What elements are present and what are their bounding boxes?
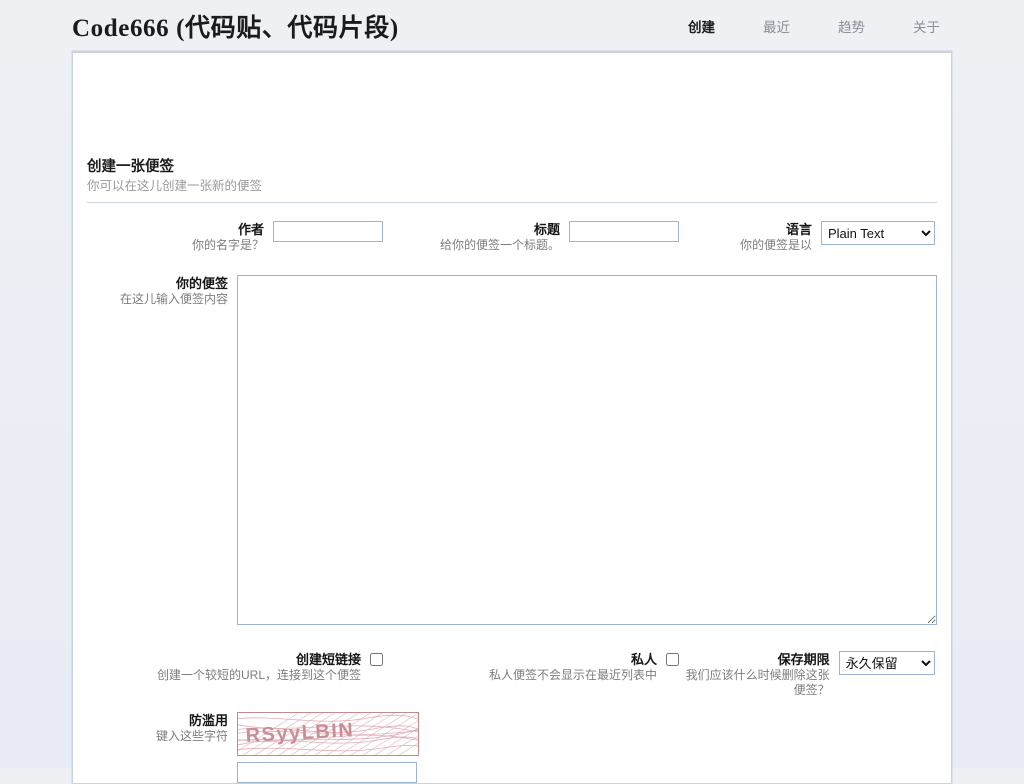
title-input[interactable] xyxy=(569,221,679,242)
field-author-label-text: 作者 xyxy=(237,222,264,237)
captcha-input[interactable] xyxy=(237,762,417,783)
shortlink-checkbox[interactable] xyxy=(370,653,383,666)
content-textarea[interactable] xyxy=(237,275,937,625)
field-captcha-label: 防滥用 键入这些字符 xyxy=(87,712,237,783)
field-shortlink-hint: 创建一个较短的URL，连接到这个便签 xyxy=(156,668,361,682)
field-captcha-hint: 键入这些字符 xyxy=(155,729,228,743)
nav-item-trending[interactable]: 趋势 xyxy=(838,16,865,36)
field-shortlink-label-text: 创建短链接 xyxy=(295,652,361,667)
captcha-group: RSyyLBIN xyxy=(237,712,419,783)
private-checkbox[interactable] xyxy=(666,653,679,666)
field-shortlink: 创建短链接 创建一个较短的URL，连接到这个便签 xyxy=(87,651,383,683)
field-content-label: 你的便签 在这儿输入便签内容 xyxy=(87,275,237,625)
field-language: 语言 你的便签是以 Plain Text xyxy=(679,221,935,253)
form-row-options: 创建短链接 创建一个较短的URL，连接到这个便签 私人 私人便签不会显示在最近列… xyxy=(87,651,937,698)
field-expire: 保存期限 我们应该什么时候删除这张便签？ 永久保留 xyxy=(679,651,935,698)
page-heading-block: 创建一张便签 你可以在这儿创建一张新的便签 xyxy=(87,53,937,203)
page-title: 创建一张便签 xyxy=(87,159,174,175)
field-private-label-text: 私人 xyxy=(630,652,657,667)
main-navigation: 创建 最近 趋势 关于 xyxy=(688,16,952,36)
field-language-label: 语言 你的便签是以 xyxy=(679,221,821,253)
heading-divider xyxy=(87,202,937,203)
page-subtitle: 你可以在这儿创建一张新的便签 xyxy=(87,179,263,193)
field-captcha-label-text: 防滥用 xyxy=(188,713,228,728)
field-expire-hint: 我们应该什么时候删除这张便签？ xyxy=(685,668,830,697)
field-author-hint: 你的名字是？ xyxy=(191,238,264,252)
field-title-hint: 给你的便签一个标题。 xyxy=(439,238,560,252)
field-private: 私人 私人便签不会显示在最近列表中 xyxy=(383,651,679,683)
field-author-label: 作者 你的名字是？ xyxy=(87,221,273,253)
field-title: 标题 给你的便签一个标题。 xyxy=(383,221,679,253)
author-input[interactable] xyxy=(273,221,383,242)
field-content-hint: 在这儿输入便签内容 xyxy=(119,292,228,306)
field-content-label-text: 你的便签 xyxy=(175,276,228,291)
nav-item-create[interactable]: 创建 xyxy=(688,16,715,36)
field-language-hint: 你的便签是以 xyxy=(739,238,812,252)
nav-item-recent[interactable]: 最近 xyxy=(763,16,790,36)
field-expire-label-text: 保存期限 xyxy=(777,652,830,667)
field-title-label: 标题 给你的便签一个标题。 xyxy=(383,221,569,253)
field-title-label-text: 标题 xyxy=(533,222,560,237)
form-row-meta: 作者 你的名字是？ 标题 给你的便签一个标题。 语言 你的便签是以 Plain … xyxy=(87,221,937,253)
site-brand-title: Code666 (代码贴、代码片段) xyxy=(72,14,399,42)
field-language-label-text: 语言 xyxy=(785,222,812,237)
nav-item-about[interactable]: 关于 xyxy=(913,16,940,36)
form-row-content: 你的便签 在这儿输入便签内容 xyxy=(87,275,937,625)
field-private-label: 私人 私人便签不会显示在最近列表中 xyxy=(383,651,666,683)
field-expire-label: 保存期限 我们应该什么时候删除这张便签？ xyxy=(679,651,839,698)
field-private-hint: 私人便签不会显示在最近列表中 xyxy=(488,668,657,682)
field-author: 作者 你的名字是？ xyxy=(87,221,383,253)
page-header: Code666 (代码贴、代码片段) 创建 最近 趋势 关于 xyxy=(0,0,1024,51)
form-row-captcha: 防滥用 键入这些字符 RSyyLBIN xyxy=(87,712,937,783)
content-panel: 创建一张便签 你可以在这儿创建一张新的便签 作者 你的名字是？ 标题 给你的便签… xyxy=(72,51,952,784)
expire-select[interactable]: 永久保留 xyxy=(838,651,935,675)
captcha-image: RSyyLBIN xyxy=(237,712,419,756)
field-shortlink-label: 创建短链接 创建一个较短的URL，连接到这个便签 xyxy=(87,651,370,683)
language-select[interactable]: Plain Text xyxy=(821,221,935,245)
